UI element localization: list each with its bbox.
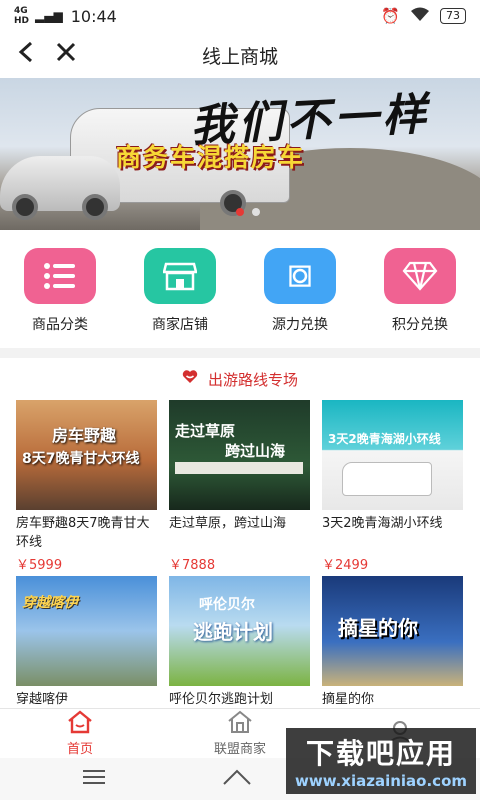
promo-banner[interactable]: 我们不一样 商务车混搭房车 — [0, 78, 480, 230]
signal-indicator: 4G HD — [14, 6, 30, 26]
pagination-dot[interactable] — [252, 208, 260, 216]
product-grid: 房车野趣 8天7晚青甘大环线 房车野趣8天7晚青甘大环线 ￥5999 走过草原 … — [0, 400, 480, 752]
menu-icon[interactable] — [82, 769, 106, 789]
back-icon[interactable] — [6, 40, 46, 70]
status-time: 10:44 — [70, 6, 117, 26]
banner-slogan-sub: 商务车混搭房车 — [116, 143, 306, 172]
tab-label: 联盟商家 — [213, 742, 266, 757]
nav-bar: 线上商城 — [0, 32, 480, 78]
product-thumbnail: 呼伦贝尔 逃跑计划 — [169, 576, 310, 686]
product-name: 走过草原，跨过山海 — [169, 516, 287, 531]
menu-item-power-exchange[interactable]: 源力兑换 — [250, 248, 350, 348]
tab-home[interactable]: 首页 — [0, 709, 160, 758]
product-price: ￥2499 — [322, 558, 369, 573]
diamond-icon — [384, 248, 456, 304]
thumb-caravan — [342, 462, 432, 496]
heart-icon — [182, 370, 198, 388]
product-price: ￥7888 — [169, 558, 216, 573]
product-price: ￥5999 — [16, 558, 63, 573]
status-bar: 4G HD ▂▄▆ 10:44 ⏰ 73 — [0, 0, 480, 32]
menu-item-label: 商品分类 — [32, 317, 88, 333]
watermark-logo: 下载吧应用 www.xiazainiao.com — [286, 728, 476, 794]
product-name: 3天2晚青海湖小环线 — [322, 516, 443, 531]
section-header: 出游路线专场 — [0, 358, 480, 400]
banner-wheel — [82, 194, 108, 220]
banner-wheel — [12, 194, 38, 220]
product-thumbnail: 摘星的你 — [322, 576, 463, 686]
home-nav-icon[interactable] — [222, 768, 252, 790]
alarm-icon: ⏰ — [381, 7, 400, 25]
product-thumbnail: 3天2晚青海湖小环线 — [322, 400, 463, 510]
menu-item-points-exchange[interactable]: 积分兑换 — [370, 248, 470, 348]
tab-label: 首页 — [66, 742, 93, 757]
menu-item-label: 源力兑换 — [272, 317, 328, 333]
banner-pagination — [236, 208, 260, 216]
section-title: 出游路线专场 — [207, 370, 298, 389]
close-icon[interactable] — [46, 40, 86, 70]
thumb-info-bar — [175, 462, 303, 474]
product-thumbnail: 穿越喀伊 — [16, 576, 157, 686]
list-icon — [24, 248, 96, 304]
wifi-icon — [410, 6, 430, 26]
shop-house-icon — [226, 710, 254, 738]
product-card[interactable]: 3天2晚青海湖小环线 3天2晚青海湖小环线 ￥2499 — [322, 400, 463, 576]
signal-icon: ▂▄▆ — [35, 9, 63, 23]
product-card[interactable]: 房车野趣 8天7晚青甘大环线 房车野趣8天7晚青甘大环线 ￥5999 — [16, 400, 157, 576]
menu-item-store[interactable]: 商家店铺 — [130, 248, 230, 348]
store-icon — [144, 248, 216, 304]
quick-menu: 商品分类 商家店铺 源力兑换 积分兑换 — [0, 230, 480, 348]
menu-item-category[interactable]: 商品分类 — [10, 248, 110, 348]
product-thumbnail: 房车野趣 8天7晚青甘大环线 — [16, 400, 157, 510]
product-thumbnail: 走过草原 跨过山海 — [169, 400, 310, 510]
menu-item-label: 商家店铺 — [152, 317, 208, 333]
menu-item-label: 积分兑换 — [392, 317, 448, 333]
exchange-tag-icon — [264, 248, 336, 304]
product-card[interactable]: 走过草原 跨过山海 走过草原，跨过山海 ￥7888 — [169, 400, 310, 576]
product-name: 房车野趣8天7晚青甘大环线 — [16, 516, 150, 550]
pagination-dot-active[interactable] — [236, 208, 244, 216]
battery-indicator: 73 — [440, 8, 466, 24]
travel-route-section: 出游路线专场 房车野趣 8天7晚青甘大环线 房车野趣8天7晚青甘大环线 ￥599… — [0, 358, 480, 738]
home-icon — [66, 710, 94, 738]
